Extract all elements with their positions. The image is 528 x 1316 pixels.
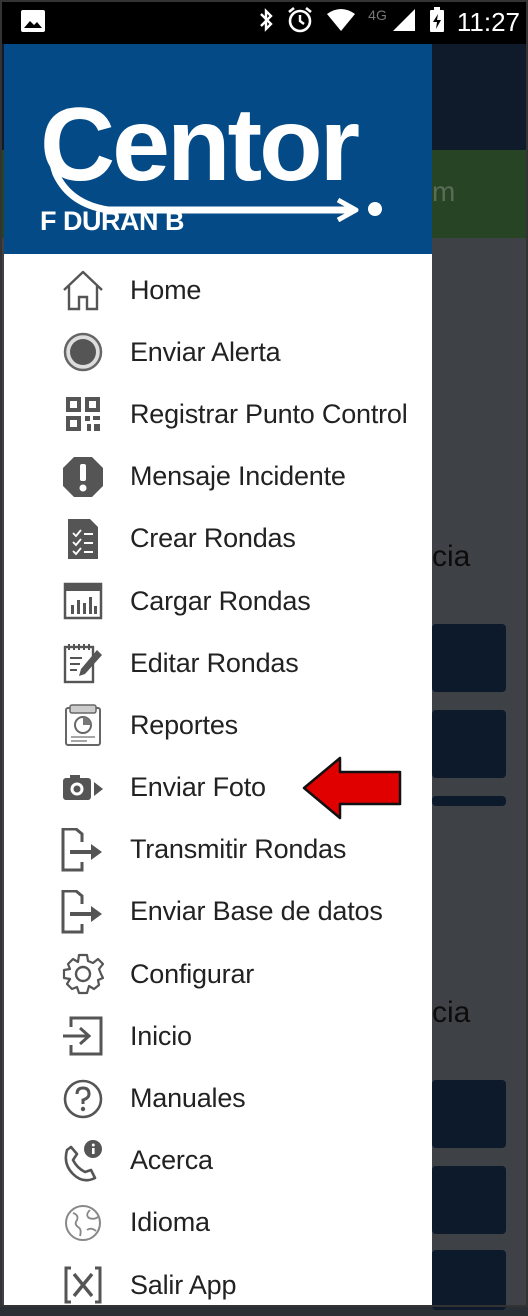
menu-item-inicio[interactable]: Inicio xyxy=(4,1005,432,1067)
menu-item-label: Registrar Punto Control xyxy=(130,398,408,429)
background-button xyxy=(432,624,506,692)
report-chart-icon xyxy=(56,698,110,752)
calendar-chart-icon xyxy=(56,574,110,628)
menu-item-home[interactable]: Home xyxy=(4,259,432,321)
background-button xyxy=(432,1250,506,1310)
menu-item-label: Editar Rondas xyxy=(130,647,299,678)
qr-code-icon xyxy=(56,387,110,441)
menu-item-label: Cargar Rondas xyxy=(130,585,311,616)
menu-item-label: Enviar Alerta xyxy=(130,336,281,367)
menu-item-label: Reportes xyxy=(130,709,238,740)
signal-icon xyxy=(391,7,417,38)
menu-item-mensaje-incidente[interactable]: Mensaje Incidente xyxy=(4,446,432,508)
login-icon xyxy=(56,1009,110,1063)
bluetooth-icon xyxy=(258,7,274,38)
phone-info-icon xyxy=(56,1134,110,1188)
red-arrow-annotation xyxy=(302,756,402,820)
background-text-fragment: m xyxy=(432,176,456,207)
home-icon xyxy=(56,263,110,317)
menu-item-crear-rondas[interactable]: Crear Rondas xyxy=(4,508,432,570)
menu-item-enviar-base-de-datos[interactable]: Enviar Base de datos xyxy=(4,881,432,943)
clock: 11:27 xyxy=(456,6,520,37)
menu-item-label: Configurar xyxy=(130,958,255,989)
background-button xyxy=(432,796,506,806)
exclamation-icon xyxy=(56,450,110,504)
background-text-fragment: cia xyxy=(432,996,471,1029)
menu-item-registrar-punto-control[interactable]: Registrar Punto Control xyxy=(4,383,432,445)
drawer-header: Centor F DURAN B xyxy=(4,44,432,254)
menu-item-editar-rondas[interactable]: Editar Rondas xyxy=(4,632,432,694)
menu-item-manuales[interactable]: Manuales xyxy=(4,1067,432,1129)
globe-icon xyxy=(56,1196,110,1250)
network-type: 4G xyxy=(368,7,387,23)
status-icons: 4G 11:27 xyxy=(258,4,520,40)
help-circle-icon xyxy=(56,1072,110,1126)
user-name: F DURAN B xyxy=(40,206,185,236)
menu-item-label: Enviar Base de datos xyxy=(130,896,383,927)
exit-x-icon xyxy=(56,1258,110,1312)
menu-item-idioma[interactable]: Idioma xyxy=(4,1192,432,1254)
menu-item-label: Inicio xyxy=(130,1020,192,1051)
file-export-icon xyxy=(56,823,110,877)
background-button xyxy=(432,710,506,778)
menu-item-label: Mensaje Incidente xyxy=(130,461,346,492)
file-export-icon xyxy=(56,885,110,939)
centor-logo: Centor xyxy=(40,87,382,222)
menu-item-label: Transmitir Rondas xyxy=(130,834,347,865)
background-button xyxy=(432,1166,506,1234)
menu-item-transmitir-rondas[interactable]: Transmitir Rondas xyxy=(4,819,432,881)
edit-notepad-icon xyxy=(56,636,110,690)
menu-item-label: Manuales xyxy=(130,1083,246,1114)
menu-item-label: Salir App xyxy=(130,1269,237,1300)
menu-item-configurar[interactable]: Configurar xyxy=(4,943,432,1005)
status-bar: 4G 11:27 xyxy=(0,0,528,44)
navigation-drawer: Centor F DURAN B Home Enviar Alerta Regi… xyxy=(4,44,432,1307)
menu-item-enviar-alerta[interactable]: Enviar Alerta xyxy=(4,321,432,383)
alarm-icon xyxy=(286,6,314,39)
battery-charging-icon xyxy=(429,6,445,38)
menu-item-cargar-rondas[interactable]: Cargar Rondas xyxy=(4,570,432,632)
checklist-document-icon xyxy=(56,512,110,566)
menu-item-reportes[interactable]: Reportes xyxy=(4,694,432,756)
wifi-icon xyxy=(326,8,356,37)
background-text-fragment: cia xyxy=(432,540,471,573)
camera-icon xyxy=(56,761,110,815)
background-button xyxy=(432,1080,506,1148)
menu-item-label: Home xyxy=(130,274,202,305)
menu-item-acerca[interactable]: Acerca xyxy=(4,1130,432,1192)
menu-item-label: Enviar Foto xyxy=(130,772,266,803)
alert-record-icon xyxy=(56,325,110,379)
menu-item-label: Acerca xyxy=(130,1145,213,1176)
menu-item-label: Crear Rondas xyxy=(130,523,296,554)
logo-text: Centor xyxy=(40,87,359,203)
menu-item-label: Idioma xyxy=(130,1207,210,1238)
image-notification-icon xyxy=(20,9,46,38)
gear-icon xyxy=(56,947,110,1001)
